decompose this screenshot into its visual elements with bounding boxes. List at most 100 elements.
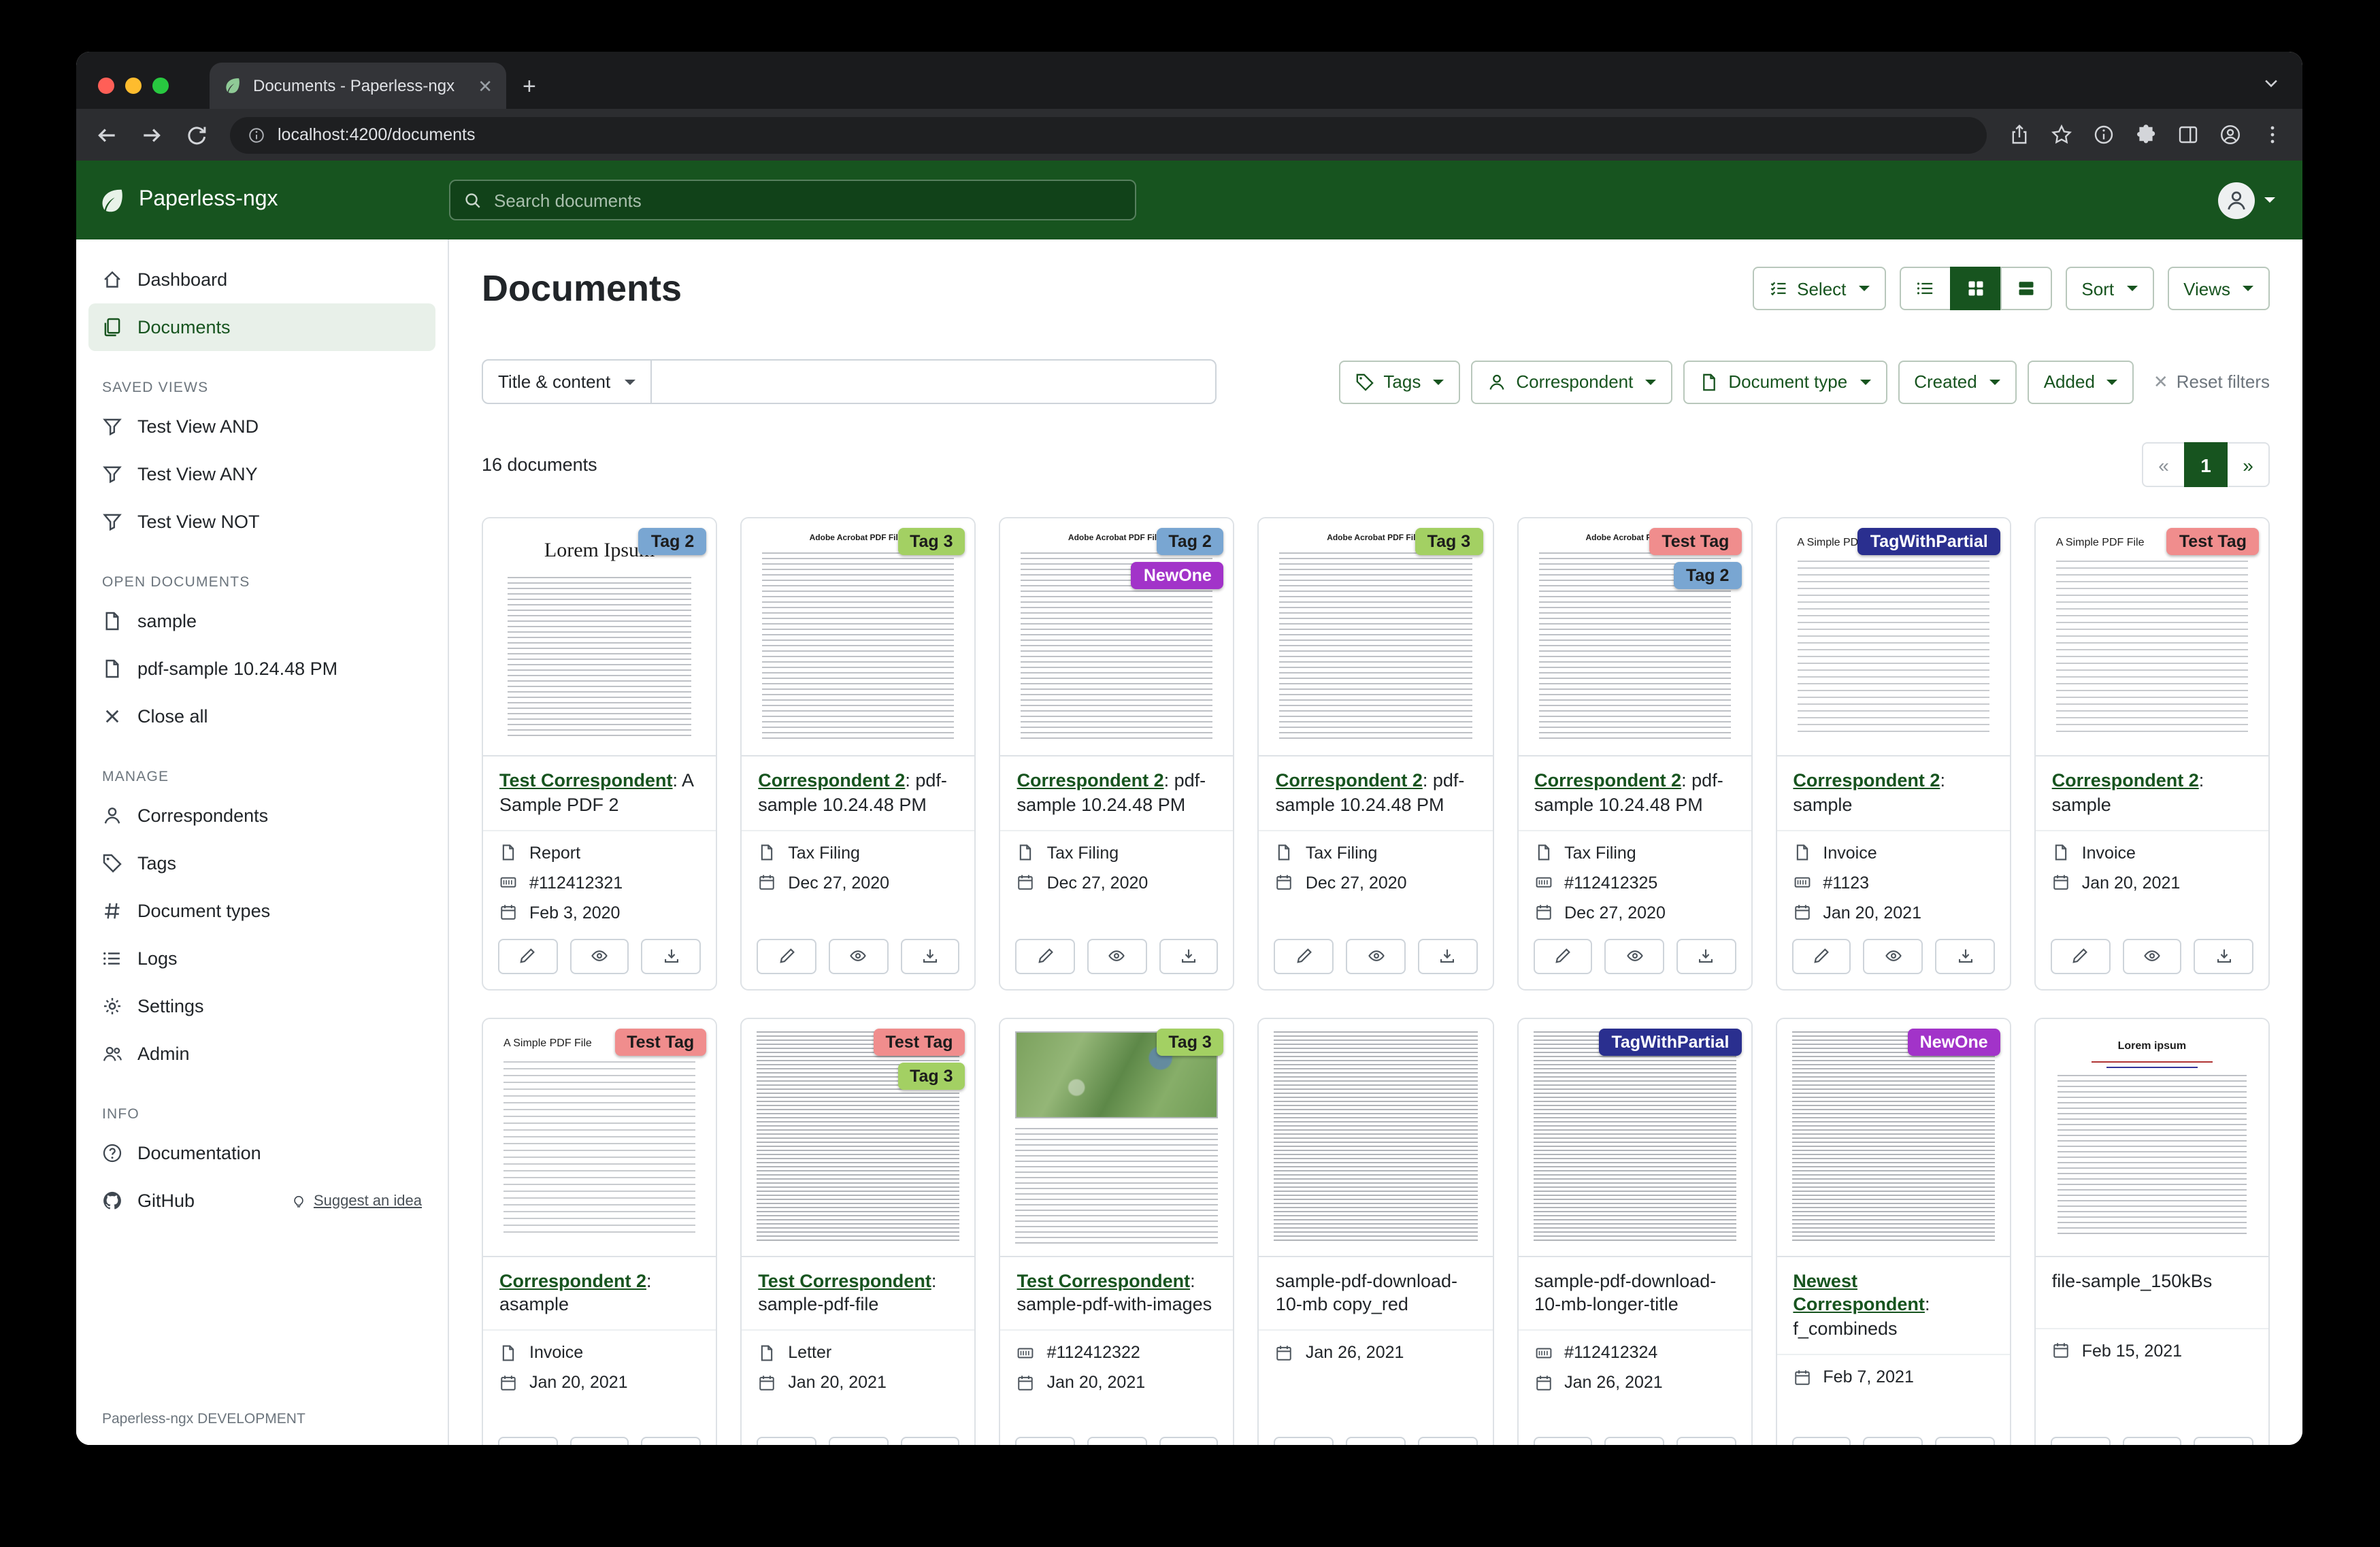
edit-document-button[interactable]	[1533, 1436, 1592, 1445]
tag-badge-test-tag[interactable]: Test Tag	[1649, 528, 1741, 555]
sidebar-item-document-types[interactable]: Document types	[88, 887, 435, 935]
view-document-button[interactable]	[1346, 1436, 1405, 1445]
sidebar-item-sample[interactable]: sample	[88, 597, 435, 645]
edit-document-button[interactable]	[1274, 938, 1334, 974]
browser-tab[interactable]: Documents - Paperless-ngx ✕	[210, 63, 506, 109]
tab-close-icon[interactable]: ✕	[478, 77, 493, 95]
sidebar-item-pdf-sample-10-24-48-pm[interactable]: pdf-sample 10.24.48 PM	[88, 645, 435, 693]
correspondent-link[interactable]: Correspondent 2	[499, 1270, 646, 1291]
document-thumbnail[interactable]: NewOne	[1776, 1018, 2009, 1257]
browser-menu-icon[interactable]	[2262, 124, 2283, 146]
sidebar-item-tags[interactable]: Tags	[88, 839, 435, 887]
tag-badge-tag-3[interactable]: Tag 3	[897, 528, 965, 555]
tag-badge-newone[interactable]: NewOne	[1908, 1028, 2000, 1055]
view-document-button[interactable]	[569, 938, 629, 974]
document-thumbnail[interactable]: TagWithPartial	[1518, 1018, 1751, 1257]
tag-badge-tag-3[interactable]: Tag 3	[897, 1062, 965, 1089]
download-document-button[interactable]	[900, 938, 959, 974]
edit-document-button[interactable]	[757, 938, 816, 974]
pagination-next-button[interactable]: »	[2226, 442, 2270, 487]
sidebar-link-suggest-an-idea[interactable]: Suggest an idea	[292, 1193, 422, 1209]
view-document-button[interactable]	[1605, 938, 1664, 974]
view-document-button[interactable]	[1605, 1436, 1664, 1445]
download-document-button[interactable]	[642, 938, 701, 974]
tag-badge-test-tag[interactable]: Test Tag	[614, 1028, 706, 1055]
sidebar-item-test-view-and[interactable]: Test View AND	[88, 403, 435, 450]
document-thumbnail[interactable]: Test Tag A Simple PDF File	[2036, 518, 2268, 756]
edit-document-button[interactable]	[1016, 938, 1075, 974]
view-list-button[interactable]	[1899, 267, 1951, 310]
edit-document-button[interactable]	[498, 938, 557, 974]
filter-created-button[interactable]: Created	[1898, 360, 2017, 403]
pagination-prev-button[interactable]: «	[2142, 442, 2185, 487]
back-icon[interactable]	[95, 123, 118, 146]
view-document-button[interactable]	[2122, 938, 2181, 974]
edit-document-button[interactable]	[2051, 938, 2110, 974]
download-document-button[interactable]	[2194, 938, 2253, 974]
tag-badge-newone[interactable]: NewOne	[1131, 562, 1224, 589]
view-detail-button[interactable]	[2000, 267, 2051, 310]
sidebar-item-github[interactable]: GitHubSuggest an idea	[88, 1177, 435, 1225]
download-document-button[interactable]	[1935, 938, 1994, 974]
filter-added-button[interactable]: Added	[2028, 360, 2134, 403]
edit-document-button[interactable]	[1791, 938, 1851, 974]
info-circle-icon[interactable]	[2093, 124, 2115, 146]
correspondent-link[interactable]: Test Correspondent	[499, 770, 673, 791]
zoom-window-button[interactable]	[152, 78, 169, 94]
site-info-icon[interactable]	[248, 126, 265, 144]
document-thumbnail[interactable]: Tag 3 Adobe Acrobat PDF Files	[1259, 518, 1492, 756]
edit-document-button[interactable]	[1274, 1436, 1334, 1445]
tag-badge-test-tag[interactable]: Test Tag	[873, 1028, 965, 1055]
tag-badge-tag-3[interactable]: Tag 3	[1415, 528, 1483, 555]
document-thumbnail[interactable]	[1259, 1018, 1492, 1257]
document-thumbnail[interactable]: Test TagTag 2 Adobe Acrobat PDF Files	[1518, 518, 1751, 756]
document-thumbnail[interactable]: TagWithPartial A Simple PDF File	[1776, 518, 2009, 756]
correspondent-link[interactable]: Test Correspondent	[758, 1270, 931, 1291]
view-document-button[interactable]	[569, 1436, 629, 1445]
view-document-button[interactable]	[829, 1436, 888, 1445]
document-thumbnail[interactable]: Tag 3 Adobe Acrobat PDF Files	[742, 518, 974, 756]
filter-correspondent-button[interactable]: Correspondent	[1471, 360, 1672, 403]
filter-query-input[interactable]	[651, 359, 1217, 404]
edit-document-button[interactable]	[757, 1436, 816, 1445]
document-thumbnail[interactable]: Tag 2NewOne Adobe Acrobat PDF Files	[1001, 518, 1234, 756]
user-menu[interactable]	[2218, 182, 2275, 218]
tag-badge-tag-2[interactable]: Tag 2	[639, 528, 706, 555]
correspondent-link[interactable]: Newest Correspondent	[1793, 1270, 1925, 1315]
sort-button[interactable]: Sort	[2065, 267, 2153, 310]
reset-filters-button[interactable]: ✕ Reset filters	[2153, 371, 2270, 393]
tag-badge-tag-2[interactable]: Tag 2	[1674, 562, 1741, 589]
document-thumbnail[interactable]: Test Tag A Simple PDF File	[483, 1018, 716, 1257]
view-grid-button[interactable]	[1949, 267, 2001, 310]
download-document-button[interactable]	[900, 1436, 959, 1445]
search-input[interactable]	[494, 190, 1121, 210]
sidebar-item-close-all[interactable]: Close all	[88, 693, 435, 740]
view-document-button[interactable]	[1864, 1436, 1923, 1445]
download-document-button[interactable]	[642, 1436, 701, 1445]
correspondent-link[interactable]: Correspondent 2	[1793, 770, 1940, 791]
view-document-button[interactable]	[1087, 938, 1146, 974]
side-panel-icon[interactable]	[2177, 124, 2199, 146]
pagination-page-1-button[interactable]: 1	[2184, 442, 2228, 487]
url-bar[interactable]: localhost:4200/documents	[230, 116, 1987, 153]
reload-icon[interactable]	[185, 123, 208, 146]
sidebar-item-dashboard[interactable]: Dashboard	[88, 256, 435, 303]
select-button[interactable]: Select	[1752, 267, 1885, 310]
correspondent-link[interactable]: Test Correspondent	[1017, 1270, 1191, 1291]
forward-icon[interactable]	[140, 123, 163, 146]
view-document-button[interactable]	[2122, 1436, 2181, 1445]
download-document-button[interactable]	[1676, 1436, 1736, 1445]
new-tab-button[interactable]: +	[523, 75, 536, 98]
sidebar-item-settings[interactable]: Settings	[88, 982, 435, 1030]
view-document-button[interactable]	[1864, 938, 1923, 974]
sidebar-item-test-view-any[interactable]: Test View ANY	[88, 450, 435, 498]
document-thumbnail[interactable]: Test Tag Tag 3	[742, 1018, 974, 1257]
view-document-button[interactable]	[1087, 1436, 1146, 1445]
sidebar-item-logs[interactable]: Logs	[88, 935, 435, 982]
sidebar-item-test-view-not[interactable]: Test View NOT	[88, 498, 435, 546]
bookmark-star-icon[interactable]	[2051, 124, 2072, 146]
document-thumbnail[interactable]: Tag 2 Lorem Ipsum	[483, 518, 716, 756]
correspondent-link[interactable]: Correspondent 2	[1276, 770, 1423, 791]
close-window-button[interactable]	[98, 78, 114, 94]
sidebar-item-admin[interactable]: Admin	[88, 1030, 435, 1078]
